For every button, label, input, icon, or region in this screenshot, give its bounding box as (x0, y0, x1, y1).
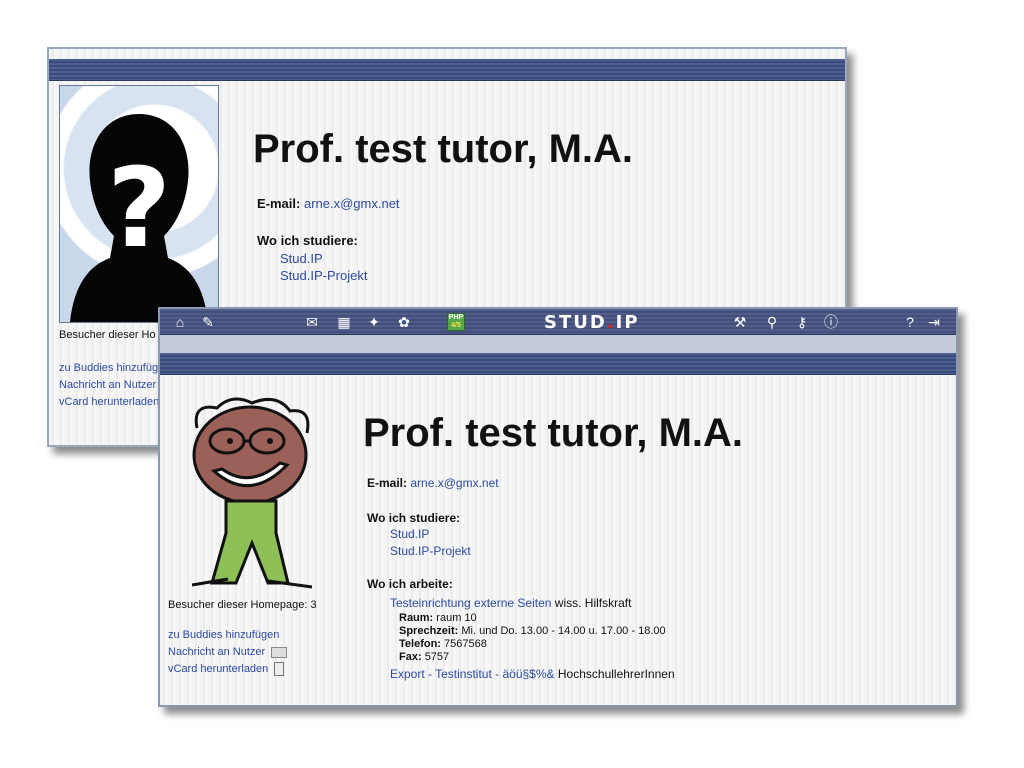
send-message-link[interactable]: Nachricht an Nutzer (168, 646, 265, 658)
fax-row: Fax: 5757 (399, 651, 450, 663)
visitor-count: Besucher dieser Ho (59, 329, 156, 341)
profile-actions: zu Buddies hinzufügen Nachricht an Nutze… (168, 627, 288, 678)
office-hours-row: Sprechzeit: Mi. und Do. 13.00 - 14.00 u.… (399, 625, 666, 637)
study-link-studip[interactable]: Stud.IP (390, 526, 471, 543)
front-header-stripe (160, 353, 956, 375)
back-header-stripe (49, 59, 845, 81)
room-row: Raum: raum 10 (399, 612, 477, 624)
work-label: Wo ich arbeite: (367, 577, 453, 591)
send-message-link[interactable]: Nachricht an Nutzer (59, 377, 159, 394)
email-label: E-mail: (257, 196, 301, 211)
calendar-icon[interactable]: ▦ (334, 312, 354, 332)
envelope-icon[interactable] (271, 646, 288, 658)
avatar (191, 397, 313, 589)
search-icon[interactable]: ⚲ (762, 312, 782, 332)
phone-row: Telefon: 7567568 (399, 638, 487, 650)
vcard-icon[interactable] (274, 662, 285, 677)
vcard-download-link[interactable]: vCard herunterladen (168, 663, 268, 675)
tools-icon[interactable]: ⚒ (730, 312, 750, 332)
email-row: E-mail: arne.x@gmx.net (367, 476, 499, 490)
add-buddy-link[interactable]: zu Buddies hinzufüg (59, 360, 159, 377)
studies-list: Stud.IP Stud.IP-Projekt (280, 250, 367, 284)
studip-logo: STUD.IP (544, 312, 640, 333)
studies-list: Stud.IP Stud.IP-Projekt (390, 526, 471, 560)
profile-actions: zu Buddies hinzufüg Nachricht an Nutzer … (59, 360, 159, 411)
studip-toolbar: ⌂ ✎ ✉ ▦ ✦ ✿ PHP 4/5 STUD.IP ⚒ ⚲ ⚷ ⓘ ? ⇥ (160, 309, 956, 335)
profile-name: Prof. test tutor, M.A. (363, 411, 743, 455)
toolbar-gap (160, 335, 956, 353)
chat-icon[interactable]: ✦ (364, 312, 384, 332)
email-link[interactable]: arne.x@gmx.net (304, 196, 400, 211)
institute-link[interactable]: Testeinrichtung externe Seiten (390, 596, 551, 610)
add-buddy-link[interactable]: zu Buddies hinzufügen (168, 629, 279, 641)
studies-label: Wo ich studiere: (367, 511, 461, 525)
email-row: E-mail: arne.x@gmx.net (257, 196, 400, 211)
email-label: E-mail: (367, 476, 408, 490)
studies-label: Wo ich studiere: (257, 233, 358, 248)
svg-text:?: ? (107, 144, 171, 272)
add-buddy-row: zu Buddies hinzufügen (168, 627, 287, 644)
info-icon[interactable]: ⓘ (821, 312, 841, 332)
help-icon[interactable]: ? (900, 312, 920, 332)
vcard-row: vCard herunterladen (168, 661, 287, 678)
send-message-row: Nachricht an Nutzer (168, 644, 288, 661)
vcard-download-link[interactable]: vCard herunterladen (59, 394, 159, 411)
front-profile-window: ⌂ ✎ ✉ ▦ ✦ ✿ PHP 4/5 STUD.IP ⚒ ⚲ ⚷ ⓘ ? ⇥ … (158, 307, 958, 707)
mail-icon[interactable]: ✉ (302, 312, 322, 332)
study-link-studip-projekt[interactable]: Stud.IP-Projekt (280, 267, 367, 284)
unknown-person-icon: ? (70, 114, 208, 322)
study-link-studip[interactable]: Stud.IP (280, 250, 367, 267)
email-link[interactable]: arne.x@gmx.net (410, 476, 498, 490)
profile-photo-placeholder: ? (59, 85, 219, 323)
work-row: Testeinrichtung externe Seiten wiss. Hil… (390, 596, 631, 610)
visitor-count: Besucher dieser Homepage: 3 (168, 599, 317, 611)
study-link-studip-projekt[interactable]: Stud.IP-Projekt (390, 543, 471, 560)
browse-icon[interactable]: ✎ (198, 312, 218, 332)
profile-name: Prof. test tutor, M.A. (253, 127, 633, 171)
community-icon[interactable]: ✿ (394, 312, 414, 332)
settings-key-icon[interactable]: ⚷ (792, 312, 812, 332)
export-row: Export - Testinstitut - äöü§$%& Hochschu… (390, 667, 675, 681)
work-role: wiss. Hilfskraft (554, 596, 632, 610)
export-institute-link[interactable]: Export - Testinstitut - äöü§$%& (390, 667, 555, 681)
export-role: HochschullehrerInnen (557, 667, 675, 681)
home-icon[interactable]: ⌂ (170, 312, 190, 332)
php-icon[interactable]: PHP 4/5 (447, 313, 465, 331)
logout-icon[interactable]: ⇥ (924, 312, 944, 332)
